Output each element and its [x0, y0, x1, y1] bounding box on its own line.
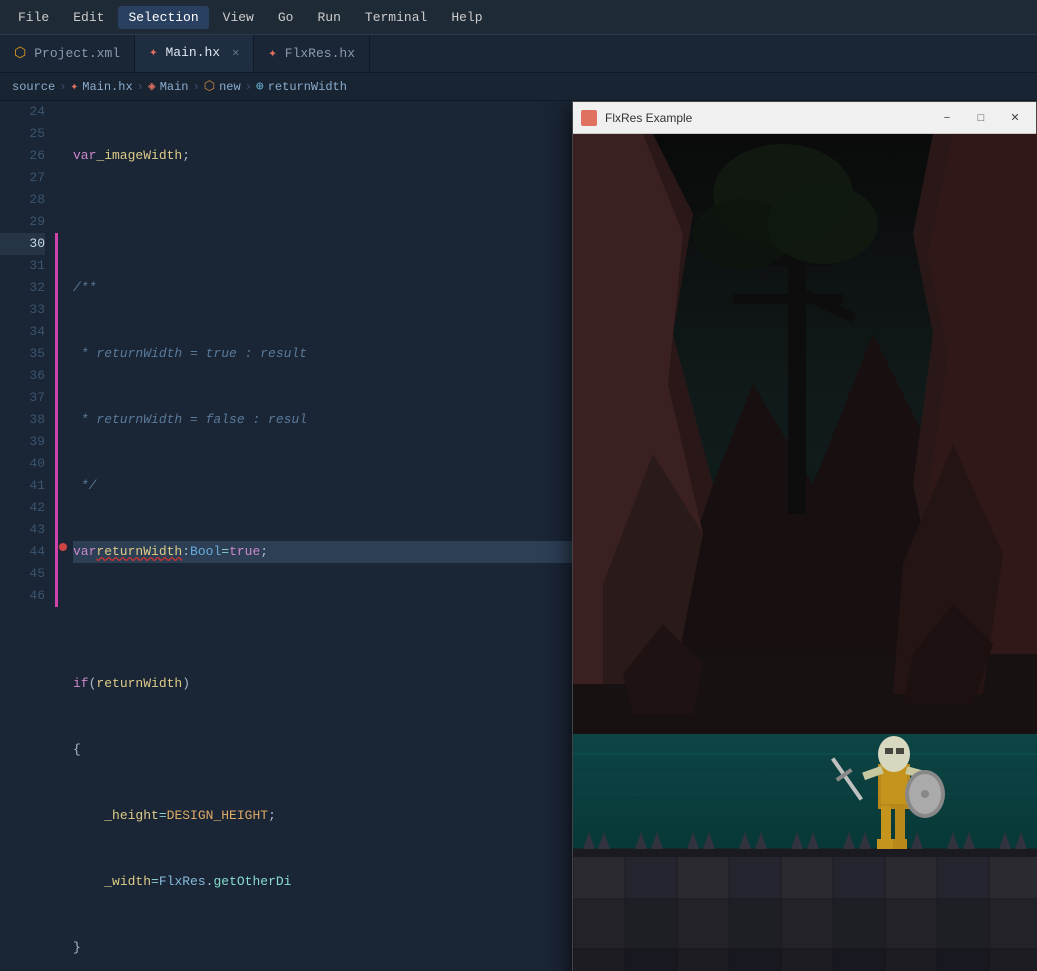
- tab-main-label: Main.hx: [166, 45, 221, 60]
- game-window-close[interactable]: ✕: [1002, 108, 1028, 128]
- menu-help[interactable]: Help: [441, 6, 492, 29]
- ln-24: 24: [0, 101, 45, 123]
- breadcrumb-mainhx[interactable]: Main.hx: [82, 80, 132, 94]
- tab-main[interactable]: ✦ Main.hx ✕: [135, 35, 254, 72]
- ln-26: 26: [0, 145, 45, 167]
- hx-flxres-icon: ✦: [268, 45, 276, 62]
- ln-43: 43: [0, 519, 45, 541]
- breadcrumb: source › ✦ Main.hx › ◈ Main › ⬡ new › ⊕ …: [0, 73, 1037, 101]
- ln-31: 31: [0, 255, 45, 277]
- xml-icon: ⬡: [14, 45, 26, 62]
- menu-go[interactable]: Go: [268, 6, 304, 29]
- game-scene-svg: [573, 134, 1037, 971]
- menu-edit[interactable]: Edit: [63, 6, 114, 29]
- game-canvas: [573, 134, 1037, 971]
- ln-41: 41: [0, 475, 45, 497]
- breadcrumb-returnwidth[interactable]: returnWidth: [268, 80, 347, 94]
- ln-44: 44: [0, 541, 45, 563]
- breadcrumb-source[interactable]: source: [12, 80, 55, 94]
- tab-project[interactable]: ⬡ Project.xml: [0, 35, 135, 72]
- hx-main-icon: ✦: [149, 44, 157, 61]
- menu-bar: File Edit Selection View Go Run Terminal…: [0, 0, 1037, 35]
- main-layout: 24 25 26 27 28 29 30 31 32 33 34 35 36 3…: [0, 101, 1037, 971]
- tab-main-close[interactable]: ✕: [232, 45, 239, 60]
- menu-terminal[interactable]: Terminal: [355, 6, 437, 29]
- ln-30: 30: [0, 233, 45, 255]
- ln-29: 29: [0, 211, 45, 233]
- ln-35: 35: [0, 343, 45, 365]
- ln-33: 33: [0, 299, 45, 321]
- code-editor[interactable]: var _imageWidth; /** * returnWidth = tru…: [55, 101, 1037, 971]
- menu-run[interactable]: Run: [307, 6, 350, 29]
- tab-flxres[interactable]: ✦ FlxRes.hx: [254, 35, 370, 72]
- ln-32: 32: [0, 277, 45, 299]
- breadcrumb-class-icon: ◈: [148, 79, 156, 94]
- ln-38: 38: [0, 409, 45, 431]
- breadcrumb-new[interactable]: new: [219, 80, 241, 94]
- ln-46: 46: [0, 585, 45, 607]
- ln-37: 37: [0, 387, 45, 409]
- breadcrumb-main-class[interactable]: Main: [160, 80, 189, 94]
- ln-27: 27: [0, 167, 45, 189]
- game-window-minimize[interactable]: −: [934, 108, 960, 128]
- ln-25: 25: [0, 123, 45, 145]
- breakpoint-marker: [59, 543, 67, 551]
- menu-file[interactable]: File: [8, 6, 59, 29]
- menu-view[interactable]: View: [213, 6, 264, 29]
- tab-bar: ⬡ Project.xml ✦ Main.hx ✕ ✦ FlxRes.hx: [0, 35, 1037, 73]
- line-numbers: 24 25 26 27 28 29 30 31 32 33 34 35 36 3…: [0, 101, 55, 971]
- ln-34: 34: [0, 321, 45, 343]
- menu-selection[interactable]: Selection: [118, 6, 208, 29]
- game-window-title: FlxRes Example: [605, 111, 926, 125]
- tab-project-label: Project.xml: [34, 46, 120, 61]
- game-window-app-icon: [581, 110, 597, 126]
- ln-28: 28: [0, 189, 45, 211]
- ln-45: 45: [0, 563, 45, 585]
- ln-40: 40: [0, 453, 45, 475]
- game-window-maximize[interactable]: □: [968, 108, 994, 128]
- game-window: FlxRes Example − □ ✕: [572, 101, 1037, 971]
- pink-margin-line: [55, 233, 58, 607]
- ln-39: 39: [0, 431, 45, 453]
- tab-flxres-label: FlxRes.hx: [285, 46, 355, 61]
- breadcrumb-fn-icon: ⊕: [256, 79, 264, 94]
- breadcrumb-new-icon: ⬡: [204, 79, 215, 94]
- ln-42: 42: [0, 497, 45, 519]
- breadcrumb-main-icon: ✦: [70, 79, 78, 94]
- game-window-titlebar: FlxRes Example − □ ✕: [573, 102, 1036, 134]
- ln-36: 36: [0, 365, 45, 387]
